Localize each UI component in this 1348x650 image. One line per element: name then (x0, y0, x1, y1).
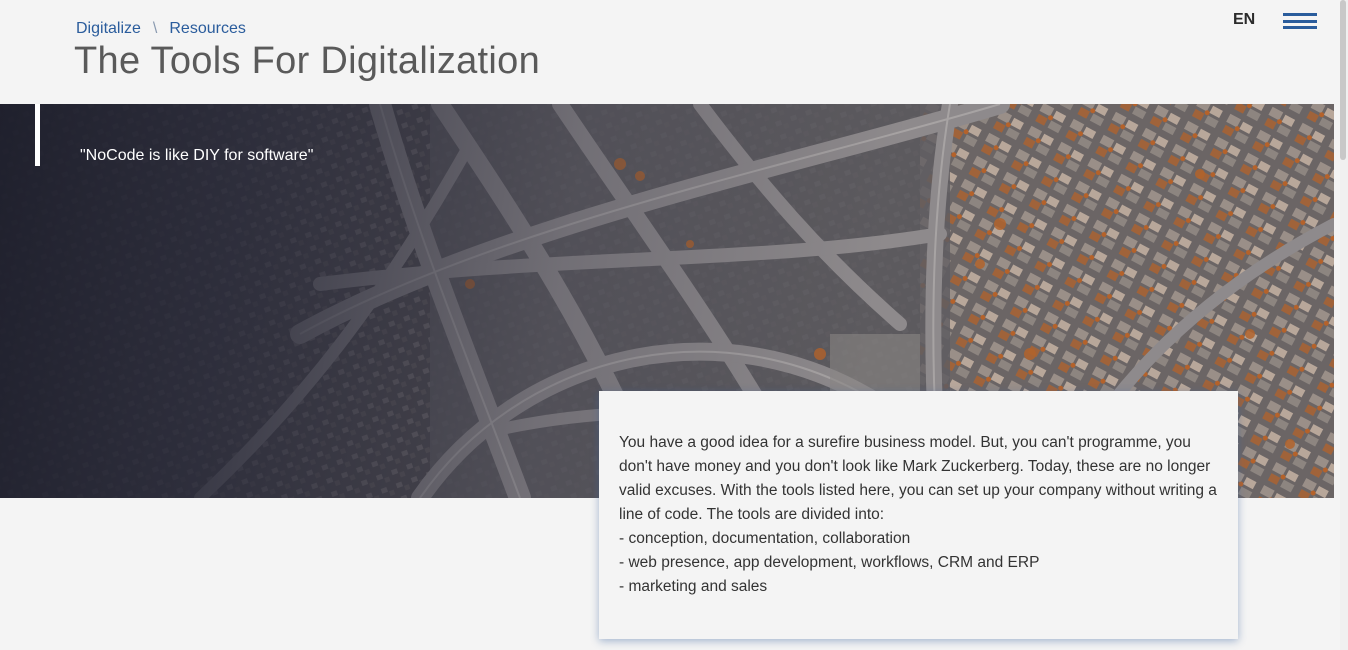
hero-quote: "NoCode is like DIY for software" (80, 147, 314, 164)
breadcrumb-digitalize[interactable]: Digitalize (76, 20, 141, 38)
language-switcher[interactable]: EN (1233, 11, 1255, 29)
list-item: - conception, documentation, collaborati… (619, 530, 911, 547)
list-item: - web presence, app development, workflo… (619, 554, 1040, 571)
page: Digitalize \ Resources The Tools For Dig… (0, 0, 1348, 650)
quote-accent-bar (35, 104, 40, 166)
category-list: - conception, documentation, collaborati… (619, 527, 1218, 599)
breadcrumb: Digitalize \ Resources (76, 20, 246, 38)
page-title: The Tools For Digitalization (74, 40, 541, 82)
hamburger-menu-icon[interactable] (1283, 13, 1317, 30)
breadcrumb-separator: \ (152, 20, 158, 37)
scrollbar-thumb[interactable] (1340, 0, 1346, 160)
scrollbar[interactable] (1340, 0, 1348, 650)
breadcrumb-resources[interactable]: Resources (169, 20, 245, 38)
list-item: - marketing and sales (619, 578, 768, 595)
intro-text: You have a good idea for a surefire busi… (619, 434, 1217, 523)
intro-card: You have a good idea for a surefire busi… (599, 391, 1238, 639)
